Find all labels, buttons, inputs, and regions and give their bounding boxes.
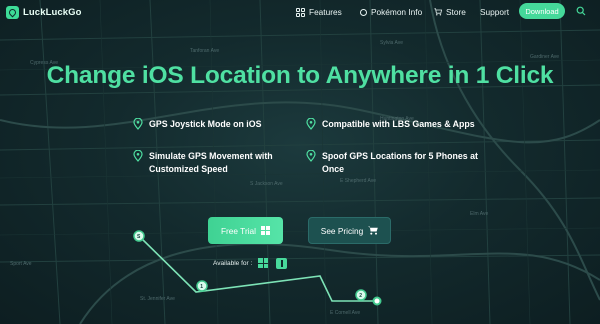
nav-store-label: Store	[446, 7, 466, 17]
map-label: St. Jennifer Ave	[140, 296, 175, 302]
macos-icon	[276, 257, 288, 269]
nav-store[interactable]: Store	[434, 5, 466, 19]
feature-item: Simulate GPS Movement with Customized Sp…	[133, 150, 283, 176]
nav-support-label: Support	[480, 7, 510, 17]
see-pricing-button[interactable]: See Pricing	[308, 217, 391, 244]
map-label: Sylvia Ave	[380, 40, 403, 46]
cart-icon	[434, 8, 442, 16]
available-label: Available for :	[213, 259, 253, 267]
location-pin-icon	[306, 150, 316, 162]
cart-icon	[368, 226, 379, 235]
location-pin-icon	[133, 118, 143, 130]
logo-text: LuckLuckGo	[23, 6, 82, 18]
windows-icon	[261, 226, 271, 235]
map-label: Sport Ave	[10, 261, 32, 267]
search-icon[interactable]	[576, 6, 586, 16]
see-pricing-label: See Pricing	[320, 225, 364, 236]
free-trial-label: Free Trial	[220, 225, 257, 236]
map-label: Tanforan Ave	[190, 48, 219, 54]
nav-features[interactable]: Features	[296, 5, 342, 19]
route-marker-2-label: 2	[359, 293, 362, 299]
windows-os-icon	[258, 258, 269, 268]
features-grid-icon	[296, 7, 305, 17]
feature-text: GPS Joystick Mode on iOS	[149, 119, 262, 129]
top-nav: LuckLuckGo Features Pokémon Info Store S…	[0, 0, 600, 24]
location-pin-icon	[133, 150, 143, 162]
nav-pokemon-info[interactable]: Pokémon Info	[360, 5, 422, 19]
logo[interactable]: LuckLuckGo	[6, 5, 82, 19]
map-label: Elm Ave	[470, 211, 488, 217]
hero-title: Change iOS Location to Anywhere in 1 Cli…	[46, 62, 554, 89]
route-marker-1-label: 1	[200, 284, 203, 290]
pokeball-icon	[360, 8, 367, 16]
free-trial-button[interactable]: Free Trial	[208, 217, 283, 244]
map-label: E Cornell Ave	[330, 310, 360, 316]
map-label: S Jackson Ave	[250, 181, 283, 187]
feature-item: Spoof GPS Locations for 5 Phones at Once	[306, 150, 481, 176]
feature-item: GPS Joystick Mode on iOS	[133, 118, 261, 131]
background-map: Tanforan Ave Sylvia Ave Gardiner Ave Cyp…	[0, 0, 600, 324]
nav-pokemon-label: Pokémon Info	[371, 7, 423, 17]
feature-text: Compatible with LBS Games & Apps	[322, 119, 475, 129]
available-platforms: Available for :	[213, 257, 288, 269]
nav-features-label: Features	[309, 7, 342, 17]
map-label: Gardiner Ave	[530, 54, 559, 60]
feature-text: Simulate GPS Movement with Customized Sp…	[149, 151, 273, 174]
feature-text: Spoof GPS Locations for 5 Phones at Once	[322, 151, 478, 174]
logo-icon	[6, 5, 19, 19]
route-end-point	[372, 296, 382, 306]
download-button[interactable]: Download	[519, 3, 565, 19]
map-label: E Shepherd Ave	[340, 178, 376, 184]
location-pin-icon	[306, 118, 316, 130]
nav-support[interactable]: Support	[480, 5, 509, 19]
feature-item: Compatible with LBS Games & Apps	[306, 118, 475, 131]
